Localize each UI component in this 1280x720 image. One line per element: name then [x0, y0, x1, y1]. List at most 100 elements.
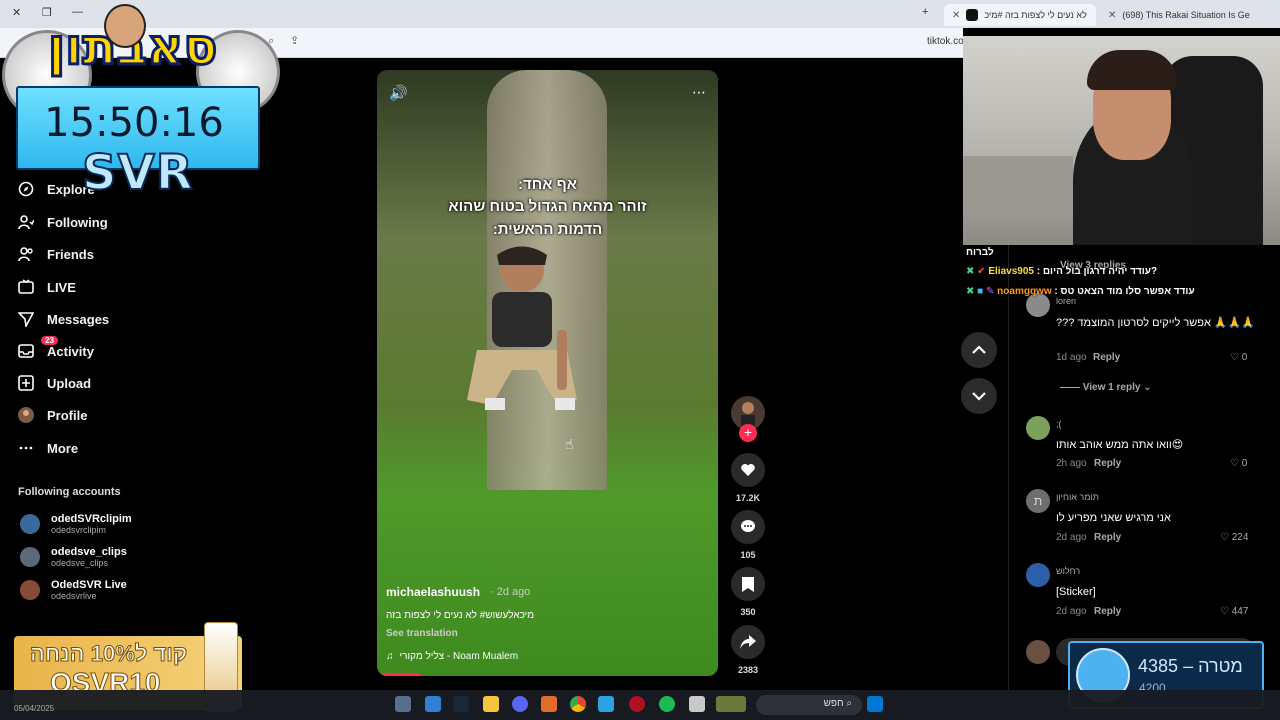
comment-author[interactable]: רחלוש	[1056, 566, 1080, 576]
volume-icon[interactable]: 🔊	[389, 84, 408, 102]
close-tab-icon[interactable]: ✕	[1108, 10, 1116, 21]
discord-icon[interactable]	[512, 696, 528, 712]
share-count: 2383	[737, 665, 759, 675]
chat-user: Eliavs905	[988, 266, 1034, 277]
creator-avatar-button[interactable]: +	[730, 396, 766, 442]
follow-plus-icon[interactable]: +	[739, 424, 757, 442]
comment-author[interactable]: loren	[1056, 296, 1076, 306]
comment-time: 2d ago	[1056, 606, 1087, 617]
chrome-icon[interactable]	[570, 696, 586, 712]
view-replies-label: View 1 reply	[1082, 382, 1141, 393]
sound-link[interactable]: ♫ צליל מקורי - Noam Mualem	[386, 651, 518, 662]
avatar[interactable]	[1026, 416, 1050, 440]
account-item[interactable]: odedSVRclipim odedsvrclipim	[20, 513, 132, 535]
save-button[interactable]: 350	[730, 567, 766, 617]
nav-label: Friends	[47, 246, 94, 262]
previous-video-button[interactable]	[961, 332, 997, 368]
tab-youtube[interactable]: ✕ (698) This Rakai Situation Is Get	[1100, 4, 1250, 26]
app-icon[interactable]	[541, 696, 557, 712]
reply-button[interactable]: Reply	[1093, 352, 1120, 363]
nav-more[interactable]: More	[18, 440, 78, 456]
account-name: odedSVRclipim	[51, 513, 132, 525]
comment-author[interactable]: ;(	[1056, 419, 1062, 429]
sound-label: צליל מקורי - Noam Mualem	[399, 651, 519, 662]
comment-like-count: 224	[1231, 532, 1249, 543]
comment-author[interactable]: תומר אוחיון	[1056, 492, 1099, 502]
video-progress-bar[interactable]	[377, 673, 422, 676]
reply-button[interactable]: Reply	[1094, 606, 1121, 617]
like-button[interactable]: 17.2K	[730, 453, 766, 503]
steam-icon[interactable]	[453, 696, 469, 712]
see-translation-link[interactable]: See translation	[386, 628, 458, 639]
comment-text: ??? אפשר לייקים לסרטון המוצמד 🙏🙏🙏	[1056, 317, 1256, 329]
nav-activity[interactable]: 23 Activity	[18, 336, 94, 359]
install-icon[interactable]: ⇪	[290, 34, 299, 47]
send-icon	[18, 312, 34, 327]
friends-icon	[18, 247, 33, 262]
nav-label: Profile	[47, 407, 88, 423]
nav-profile[interactable]: Profile	[18, 407, 87, 423]
account-item[interactable]: odedsve_clips odedsve_clips	[20, 546, 127, 568]
avatar[interactable]	[1026, 640, 1050, 664]
tab-title: לא נעים לי לצפות בזה #מיכ	[984, 10, 1087, 20]
nav-live[interactable]: LIVE	[18, 279, 76, 295]
comment-time: 1d ago	[1056, 352, 1087, 363]
nav-upload[interactable]: Upload	[18, 375, 91, 391]
nav-messages[interactable]: Messages	[18, 311, 109, 327]
comment-like-count: 447	[1231, 606, 1249, 617]
comment-like-button[interactable]: ♡ 0	[1230, 458, 1247, 469]
telegram-icon[interactable]	[598, 696, 614, 712]
comment-count: 105	[740, 550, 756, 560]
comment-like-button[interactable]: ♡ 0	[1230, 352, 1247, 363]
chevron-down-icon	[972, 392, 986, 401]
weather-icon[interactable]	[716, 696, 746, 712]
comment-button[interactable]: 105	[730, 510, 766, 560]
heart-icon	[731, 453, 765, 487]
like-count: 17.2K	[735, 493, 761, 503]
video-username[interactable]: michaelashuush	[386, 585, 480, 599]
nav-following[interactable]: Following	[18, 214, 108, 230]
next-video-button[interactable]	[961, 378, 997, 414]
reply-button[interactable]: Reply	[1094, 458, 1121, 469]
close-tab-icon[interactable]: ✕	[952, 10, 960, 21]
more-options-icon[interactable]: ⋯	[692, 84, 706, 101]
spotify-icon[interactable]	[659, 696, 675, 712]
webcam-feed	[963, 36, 1280, 245]
streamer-hair	[1087, 50, 1177, 90]
badge-icon: ✖	[966, 266, 975, 277]
taskbar-search[interactable]: ⌕ חפש	[756, 695, 862, 715]
video-time: · 2d ago	[490, 586, 531, 598]
nav-friends[interactable]: Friends	[18, 246, 94, 262]
search-icon: ⌕	[846, 698, 852, 709]
video-player[interactable]: 🔊 ⋯ אף אחד: זוהר מהאח הגדול בטוח שהוא הד…	[377, 70, 718, 676]
windows-start-icon[interactable]	[867, 696, 883, 712]
person-figure	[467, 246, 577, 410]
comment-like-button[interactable]: ♡ 447	[1220, 606, 1248, 617]
photos-icon[interactable]	[425, 696, 441, 712]
folder-icon[interactable]	[483, 696, 499, 712]
following-accounts-title: Following accounts	[18, 486, 121, 498]
video-description: מיכאלעשוש# לא נעים לי לצפות בזה	[386, 610, 535, 621]
comment-text: [Sticker]	[1056, 586, 1096, 598]
avatar[interactable]	[1026, 563, 1050, 587]
minimize-window-icon[interactable]: —	[72, 6, 83, 18]
calculator-icon[interactable]	[395, 696, 411, 712]
comment-like-button[interactable]: ♡ 224	[1220, 532, 1248, 543]
comment-time: 2d ago	[1056, 532, 1087, 543]
reply-button[interactable]: Reply	[1094, 532, 1121, 543]
new-tab-button[interactable]: +	[922, 6, 928, 18]
account-name: odedsve_clips	[51, 546, 127, 558]
view-replies-link[interactable]: —— View 1 reply ⌄	[1060, 382, 1152, 393]
comment-text: אני מרגיש שאני מפריע לו	[1056, 512, 1171, 524]
account-handle: odedsvrlive	[51, 591, 97, 601]
share-button[interactable]: 2383	[730, 625, 766, 675]
svr-tag: SVR	[81, 144, 194, 202]
avatar[interactable]: ת	[1026, 489, 1050, 513]
obs-icon[interactable]	[629, 696, 645, 712]
chat-user: noamgqww	[997, 286, 1052, 297]
account-item[interactable]: OdedSVR Live odedsvrlive	[20, 579, 127, 601]
close-window-icon[interactable]: ✕	[12, 6, 21, 19]
mouse-cursor-icon: ☝	[565, 436, 574, 452]
tab-tiktok[interactable]: ✕ לא נעים לי לצפות בזה #מיכ	[944, 4, 1096, 26]
notepad-icon[interactable]	[689, 696, 705, 712]
